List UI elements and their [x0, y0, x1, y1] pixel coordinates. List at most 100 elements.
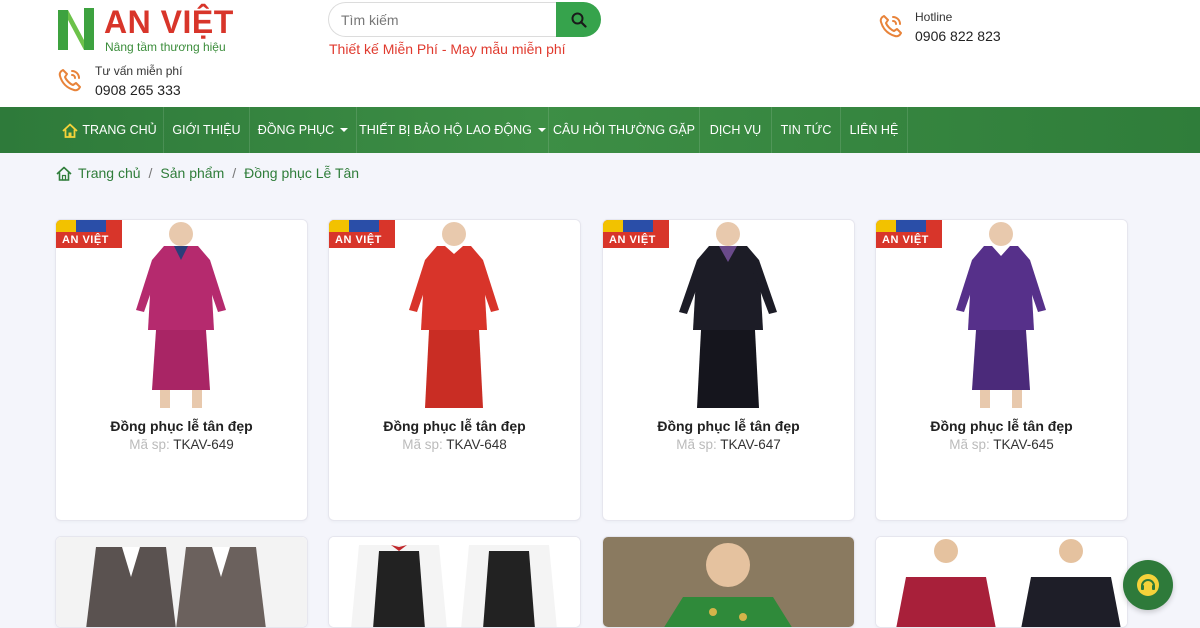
nav-item-safety-equipment[interactable]: THIẾT BỊ BẢO HỘ LAO ĐỘNG: [357, 107, 549, 153]
product-code-label: Mã sp:: [129, 437, 170, 452]
breadcrumb-products[interactable]: Sản phẩm: [160, 165, 224, 181]
breadcrumb-separator: /: [232, 165, 237, 181]
uniform-figure-image: [679, 222, 777, 408]
search-icon: [571, 12, 587, 28]
breadcrumb-home[interactable]: Trang chủ: [78, 165, 141, 181]
product-code: Mã sp: TKAV-645: [876, 437, 1127, 452]
product-card[interactable]: [875, 536, 1128, 628]
product-image[interactable]: AN VIỆT: [56, 220, 307, 410]
uniform-figure-image: [876, 537, 1127, 627]
badge-accent: [56, 220, 76, 232]
badge-accent: [896, 220, 926, 232]
nav-item-about[interactable]: GIỚI THIỆU: [164, 107, 250, 153]
breadcrumb-separator: /: [148, 165, 153, 181]
nav-item-label: DỊCH VỤ: [709, 123, 762, 137]
product-image[interactable]: [876, 537, 1127, 627]
product-code-value: TKAV-648: [446, 437, 507, 452]
product-name[interactable]: Đồng phục lễ tân đẹp: [603, 418, 854, 434]
breadcrumb-current: Đồng phục Lễ Tân: [244, 165, 360, 181]
consult-contact[interactable]: Tư vấn miễn phí 0908 265 333: [56, 62, 256, 102]
product-image[interactable]: [603, 537, 854, 627]
uniform-figure-image: [136, 222, 226, 408]
chevron-down-icon: [340, 128, 349, 132]
product-name[interactable]: Đồng phục lễ tân đẹp: [329, 418, 580, 434]
nav-item-label: THIẾT BỊ BẢO HỘ LAO ĐỘNG: [359, 123, 532, 137]
product-code-value: TKAV-649: [173, 437, 234, 452]
badge-accent: [623, 220, 653, 232]
home-icon[interactable]: [56, 166, 72, 181]
headset-icon: [1137, 574, 1159, 596]
product-card[interactable]: AN VIỆT Đồng phục lễ tân đẹp Mã sp: TKAV…: [55, 219, 308, 521]
product-card[interactable]: AN VIỆT Đồng phục lễ tân đẹp Mã sp: TKAV…: [328, 219, 581, 521]
product-code-value: TKAV-647: [720, 437, 781, 452]
product-code: Mã sp: TKAV-649: [56, 437, 307, 452]
phone-icon: [879, 15, 902, 38]
badge-accent: [349, 220, 379, 232]
product-card[interactable]: AN VIỆT Đồng phục lễ tân đẹp Mã sp: TKAV…: [875, 219, 1128, 521]
nav-item-services[interactable]: DỊCH VỤ: [700, 107, 772, 153]
nav-item-contact[interactable]: LIÊN HỆ: [841, 107, 908, 153]
hotline-contact[interactable]: Hotline 0906 822 823: [877, 8, 1077, 48]
product-code-label: Mã sp:: [402, 437, 443, 452]
chevron-down-icon: [537, 128, 546, 132]
product-code-label: Mã sp:: [676, 437, 717, 452]
product-image[interactable]: [329, 537, 580, 627]
uniform-figure-image: [956, 222, 1046, 408]
product-code-label: Mã sp:: [949, 437, 990, 452]
product-image[interactable]: [56, 537, 307, 627]
nav-item-label: GIỚI THIỆU: [172, 123, 241, 137]
logo-tagline: Nâng tầm thương hiệu: [105, 40, 226, 54]
nav-item-news[interactable]: TIN TỨC: [772, 107, 841, 153]
badge-accent: [876, 220, 896, 232]
main-nav: TRANG CHỦ GIỚI THIỆU ĐỒNG PHỤC THIẾT BỊ …: [0, 107, 1200, 153]
nav-item-home[interactable]: TRANG CHỦ: [56, 107, 164, 153]
badge-text: AN VIỆT: [882, 234, 929, 246]
site-header: AN VIỆT Nâng tầm thương hiệu Tư vấn miễn…: [0, 0, 1200, 107]
badge-text: AN VIỆT: [609, 234, 656, 246]
nav-item-label: TIN TỨC: [780, 123, 832, 137]
product-card[interactable]: [602, 536, 855, 628]
uniform-figure-image: [603, 537, 854, 627]
badge-accent: [76, 220, 106, 232]
nav-item-faq[interactable]: CÂU HỎI THƯỜNG GẶP: [549, 107, 700, 153]
logo-title: AN VIỆT: [104, 4, 234, 40]
badge-accent: [329, 220, 349, 232]
product-image[interactable]: AN VIỆT: [329, 220, 580, 410]
chat-support-button[interactable]: [1123, 560, 1173, 610]
brand-badge: AN VIỆT: [56, 220, 122, 248]
nav-item-label: TRANG CHỦ: [82, 123, 157, 137]
product-image[interactable]: AN VIỆT: [876, 220, 1127, 410]
logo-mark-icon: [58, 8, 94, 50]
uniform-figure-image: [329, 537, 580, 627]
brand-badge: AN VIỆT: [603, 220, 669, 248]
product-code: Mã sp: TKAV-647: [603, 437, 854, 452]
nav-item-label: ĐỒNG PHỤC: [257, 123, 335, 137]
brand-badge: AN VIỆT: [329, 220, 395, 248]
hotline-label: Hotline: [915, 10, 953, 24]
brand-badge: AN VIỆT: [876, 220, 942, 248]
product-card[interactable]: AN VIỆT Đồng phục lễ tân đẹp Mã sp: TKAV…: [602, 219, 855, 521]
product-card[interactable]: [328, 536, 581, 628]
product-code: Mã sp: TKAV-648: [329, 437, 580, 452]
search-button[interactable]: [556, 2, 601, 37]
product-name[interactable]: Đồng phục lễ tân đẹp: [56, 418, 307, 434]
product-card[interactable]: [55, 536, 308, 628]
nav-item-uniforms[interactable]: ĐỒNG PHỤC: [250, 107, 357, 153]
product-image[interactable]: AN VIỆT: [603, 220, 854, 410]
search-input[interactable]: [328, 2, 568, 37]
product-name[interactable]: Đồng phục lễ tân đẹp: [876, 418, 1127, 434]
product-code-value: TKAV-645: [993, 437, 1054, 452]
consult-phone[interactable]: 0908 265 333: [95, 82, 181, 98]
logo[interactable]: AN VIỆT Nâng tầm thương hiệu: [56, 4, 256, 54]
breadcrumb: Trang chủ / Sản phẩm / Đồng phục Lễ Tân: [56, 163, 359, 183]
uniform-figure-image: [409, 222, 499, 408]
phone-icon: [58, 69, 81, 92]
uniform-figure-image: [56, 537, 307, 627]
nav-item-label: CÂU HỎI THƯỜNG GẶP: [552, 123, 695, 137]
promo-text: Thiết kế Miễn Phí - May mẫu miễn phí: [329, 41, 566, 57]
nav-item-label: LIÊN HỆ: [849, 123, 899, 137]
badge-text: AN VIỆT: [335, 234, 382, 246]
badge-text: AN VIỆT: [62, 234, 109, 246]
search-bar: [328, 2, 601, 37]
hotline-phone[interactable]: 0906 822 823: [915, 28, 1001, 44]
